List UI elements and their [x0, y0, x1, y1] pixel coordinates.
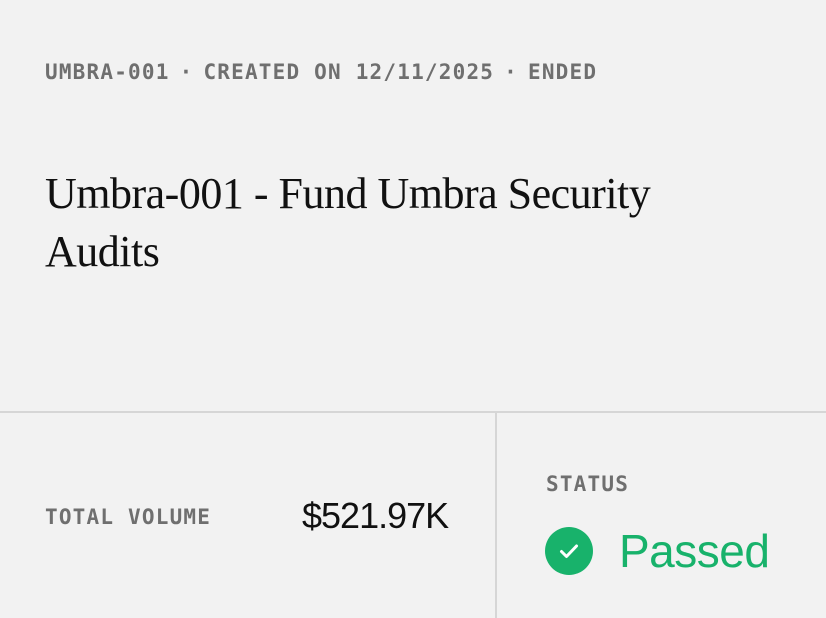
horizontal-divider [0, 411, 826, 413]
status-value: Passed [619, 525, 770, 577]
proposal-title: Umbra-001 - Fund Umbra Security Audits [45, 169, 651, 276]
vertical-divider [495, 413, 497, 618]
total-volume-value: $521.97K [302, 495, 449, 536]
proposal-meta: UMBRA-001 · CREATED ON 12/11/2025 · ENDED [45, 58, 597, 86]
status-label: STATUS [546, 472, 630, 496]
meta-separator: · [504, 60, 518, 84]
proposal-id: UMBRA-001 [45, 60, 170, 84]
meta-separator: · [179, 60, 194, 84]
created-date: CREATED ON 12/11/2025 [203, 60, 495, 84]
total-volume-label: TOTAL VOLUME [45, 505, 212, 529]
proposal-state: ENDED [528, 60, 598, 84]
check-circle-icon [545, 527, 593, 575]
status-indicator: Passed [545, 524, 770, 578]
